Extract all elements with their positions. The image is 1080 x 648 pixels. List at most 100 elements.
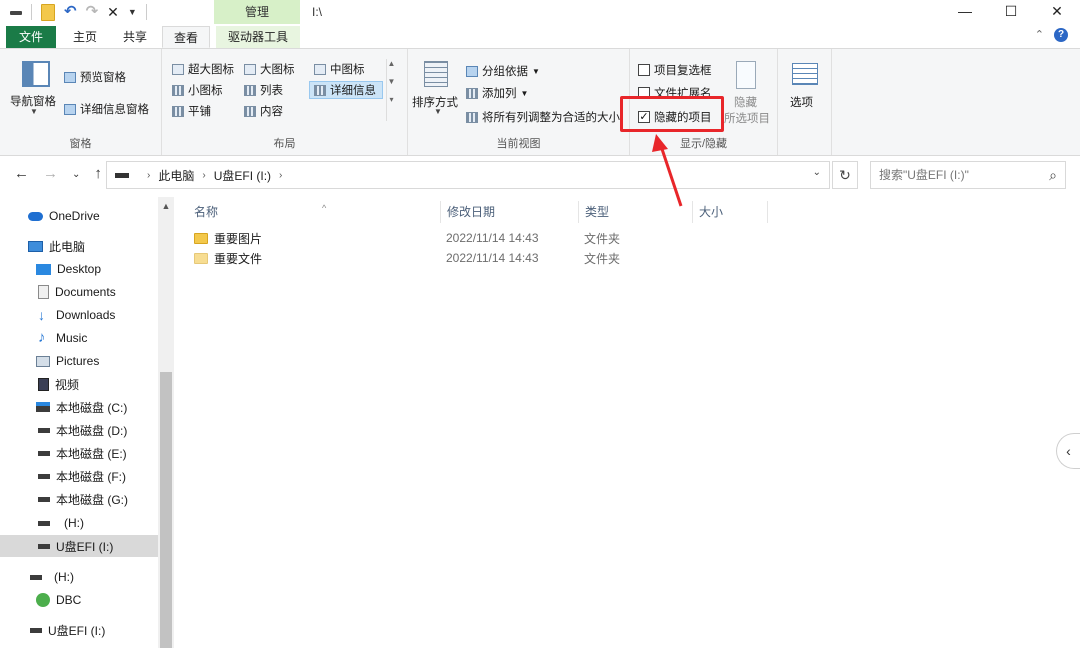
- layout-small-icons[interactable]: 小图标: [172, 82, 223, 98]
- customize-dropdown-icon[interactable]: ▼: [128, 3, 137, 21]
- file-explorer-window: ↶ ↷ ✕ ▼ 管理 I:\ — ☐ ✕ 文件 主页 共享 查看 驱动器工具 ⌃…: [0, 0, 1080, 648]
- nav-item-label: (H:): [64, 516, 84, 530]
- address-bar[interactable]: › 此电脑 › U盘EFI (I:) › ⌄: [106, 161, 830, 189]
- manage-context-header: 管理: [214, 0, 300, 24]
- chevron-right-icon[interactable]: ›: [147, 170, 150, 181]
- nav-item-downloads[interactable]: ↓ Downloads: [0, 304, 158, 326]
- tab-drive-tools[interactable]: 驱动器工具: [216, 26, 300, 48]
- up-arrow-icon[interactable]: ↑: [94, 165, 102, 185]
- group-options: 选项: [778, 49, 832, 155]
- file-date: 2022/11/14 14:43: [446, 231, 539, 245]
- size-all-columns-label: 将所有列调整为合适的大小: [482, 112, 620, 124]
- column-header-size[interactable]: 大小: [692, 201, 768, 223]
- layout-gallery-scroll[interactable]: ▲ ▼ ▾: [386, 59, 396, 121]
- item-check-boxes-checkbox[interactable]: [638, 64, 650, 76]
- nav-item-drive-e[interactable]: 本地磁盘 (E:): [0, 442, 158, 464]
- breadcrumb-drive[interactable]: U盘EFI (I:): [214, 167, 271, 184]
- tab-file[interactable]: 文件: [6, 26, 56, 48]
- tab-home[interactable]: 主页: [64, 26, 106, 48]
- sort-by-dropdown-icon[interactable]: ▼: [434, 107, 442, 116]
- options-button[interactable]: 选项: [790, 94, 813, 110]
- nav-item-onedrive[interactable]: OneDrive: [0, 205, 158, 227]
- ribbon: 导航窗格 ▼ 预览窗格 详细信息窗格 窗格 超大图标 大图标 中图标 小图标 列…: [0, 48, 1080, 156]
- nav-item-drive-c[interactable]: 本地磁盘 (C:): [0, 396, 158, 418]
- title-bar: ↶ ↷ ✕ ▼ 管理 I:\ — ☐ ✕: [0, 0, 1080, 24]
- chevron-right-icon[interactable]: ›: [202, 170, 205, 181]
- address-dropdown-icon[interactable]: ⌄: [813, 167, 821, 178]
- help-icon[interactable]: ?: [1054, 28, 1068, 42]
- scrollbar-thumb[interactable]: [160, 372, 172, 648]
- drive-icon: [38, 543, 50, 549]
- nav-item-pictures[interactable]: Pictures: [0, 350, 158, 372]
- column-header-type[interactable]: 类型: [578, 201, 690, 223]
- folder-icon[interactable]: [41, 3, 55, 21]
- collapse-ribbon-icon[interactable]: ⌃: [1035, 28, 1044, 42]
- breadcrumb-this-pc[interactable]: 此电脑: [158, 167, 194, 184]
- layout-medium-icons[interactable]: 中图标: [314, 61, 365, 77]
- nav-item-drive-d[interactable]: 本地磁盘 (D:): [0, 419, 158, 441]
- nav-item-drive-g[interactable]: 本地磁盘 (G:): [0, 488, 158, 510]
- group-by-icon: [466, 65, 478, 77]
- preview-pane-icon: [64, 71, 76, 83]
- nav-item-this-pc[interactable]: 此电脑: [0, 235, 158, 257]
- layout-tiles[interactable]: 平铺: [172, 103, 211, 119]
- separator: [31, 4, 32, 20]
- nav-item-videos[interactable]: 视频: [0, 373, 158, 395]
- nav-item-drive-f[interactable]: 本地磁盘 (F:): [0, 465, 158, 487]
- file-row[interactable]: 重要文件 2022/11/14 14:43 文件夹: [194, 248, 794, 268]
- details-pane-label: 详细信息窗格: [80, 104, 149, 116]
- navigation-scrollbar[interactable]: ▲: [158, 197, 174, 648]
- nav-item-dbc[interactable]: DBC: [0, 589, 158, 611]
- hidden-folder-icon: [194, 252, 208, 264]
- nav-item-drive-h[interactable]: (H:): [0, 512, 158, 534]
- close-button[interactable]: ✕: [1034, 0, 1080, 24]
- undo-icon[interactable]: ↶: [64, 3, 77, 21]
- recent-locations-icon[interactable]: ⌄: [72, 165, 80, 185]
- hide-selected-line2[interactable]: 所选项目: [724, 110, 770, 126]
- nav-item-music[interactable]: ♪ Music: [0, 327, 158, 349]
- nav-item-documents[interactable]: Documents: [0, 281, 158, 303]
- minimize-button[interactable]: —: [942, 0, 988, 24]
- hide-selected-items-icon: [736, 61, 756, 89]
- back-arrow-icon[interactable]: ←: [14, 165, 29, 185]
- details-pane-button[interactable]: 详细信息窗格: [64, 101, 149, 117]
- redo-icon[interactable]: ↷: [86, 3, 99, 21]
- group-by-button[interactable]: 分组依据 ▼: [466, 63, 540, 79]
- forward-arrow-icon[interactable]: →: [43, 165, 58, 185]
- layout-extra-large-icons[interactable]: 超大图标: [172, 61, 234, 77]
- side-panel-toggle-button[interactable]: ‹: [1056, 433, 1080, 469]
- file-row[interactable]: 重要图片 2022/11/14 14:43 文件夹: [194, 228, 794, 248]
- tab-share[interactable]: 共享: [114, 26, 156, 48]
- nav-item-h-root[interactable]: (H:): [0, 566, 158, 588]
- refresh-button[interactable]: ↻: [832, 161, 858, 189]
- nav-item-label: 本地磁盘 (E:): [56, 446, 127, 461]
- layout-list[interactable]: 列表: [244, 82, 283, 98]
- chevron-right-icon[interactable]: ›: [279, 170, 282, 181]
- delete-icon[interactable]: ✕: [107, 3, 119, 21]
- group-current-view: 排序方式 ▼ 分组依据 ▼ 添加列 ▼ 将所有列调整为合适的大小 当前视图: [408, 49, 630, 155]
- size-all-columns-button[interactable]: 将所有列调整为合适的大小: [466, 109, 620, 125]
- column-header-name[interactable]: 名称 ^: [188, 201, 440, 223]
- nav-item-label: (H:): [54, 570, 74, 584]
- dbc-icon: [36, 593, 50, 607]
- layout-large-icons[interactable]: 大图标: [244, 61, 295, 77]
- navigation-pane-dropdown-icon[interactable]: ▼: [30, 107, 38, 116]
- nav-item-drive-i-selected[interactable]: U盘EFI (I:): [0, 535, 158, 557]
- drive-icon[interactable]: [10, 11, 22, 15]
- maximize-button[interactable]: ☐: [988, 0, 1034, 24]
- layout-details[interactable]: 详细信息: [314, 82, 376, 98]
- tab-view[interactable]: 查看: [162, 26, 210, 48]
- column-header-date[interactable]: 修改日期: [440, 201, 578, 223]
- nav-item-i-root[interactable]: U盘EFI (I:): [0, 619, 158, 641]
- large-icons-label: 大图标: [260, 64, 295, 76]
- extra-large-icons-label: 超大图标: [188, 64, 234, 76]
- scroll-up-icon[interactable]: ▲: [158, 201, 174, 211]
- group-by-label: 分组依据: [482, 66, 528, 78]
- nav-item-desktop[interactable]: Desktop: [0, 258, 158, 280]
- add-columns-button[interactable]: 添加列 ▼: [466, 85, 528, 101]
- hide-selected-line1[interactable]: 隐藏: [734, 94, 757, 110]
- layout-content[interactable]: 内容: [244, 103, 283, 119]
- preview-pane-button[interactable]: 预览窗格: [64, 69, 126, 85]
- item-check-boxes-toggle[interactable]: 项目复选框: [638, 62, 712, 78]
- search-input[interactable]: 搜索"U盘EFI (I:)" ⌕: [870, 161, 1066, 189]
